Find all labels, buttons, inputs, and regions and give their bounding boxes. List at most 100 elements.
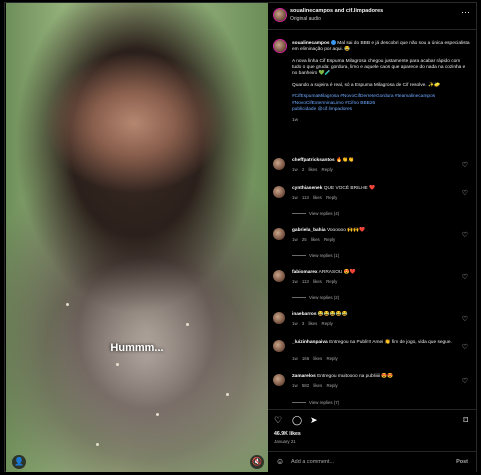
replies-line bbox=[292, 402, 306, 404]
replies-line bbox=[292, 297, 306, 299]
share-icon[interactable]: ➤ bbox=[310, 415, 318, 426]
add-comment-bar: ☺ Add a comment... Post bbox=[268, 451, 476, 473]
comment-input[interactable]: Add a comment... bbox=[291, 459, 334, 465]
tag-people-icon[interactable]: 👤 bbox=[12, 455, 26, 469]
comment-avatar[interactable] bbox=[273, 186, 285, 198]
like-icon[interactable]: ♡ bbox=[274, 415, 282, 426]
comment-time: 1w bbox=[292, 321, 298, 326]
light-glow bbox=[46, 253, 246, 463]
comment-username[interactable]: fabiomarex bbox=[292, 270, 318, 275]
comment-likes[interactable]: 113 likes bbox=[302, 279, 322, 284]
comment-like-icon[interactable]: ♡ bbox=[462, 377, 468, 385]
comment-avatar[interactable] bbox=[273, 312, 285, 324]
comment-time: 1w bbox=[292, 356, 298, 361]
view-replies[interactable]: View replies (2) bbox=[292, 295, 339, 300]
comment-time: 1w bbox=[292, 195, 298, 200]
comment-icon[interactable]: ◯ bbox=[292, 415, 302, 426]
mute-icon[interactable]: 🔇 bbox=[250, 455, 264, 469]
view-replies-label[interactable]: View replies (2) bbox=[309, 295, 339, 300]
comment-time: 1w bbox=[292, 167, 298, 172]
comment-meta: 1w 2 likes Reply bbox=[292, 167, 333, 172]
comment-likes[interactable]: 113 likes bbox=[302, 195, 322, 200]
comment-body: Entregou na Publi!!! Amei 👏 fim de jogo,… bbox=[329, 340, 452, 345]
caption-partner[interactable]: publicidade @cif.limpadores bbox=[292, 107, 352, 112]
likes-count[interactable]: 46.9K likes bbox=[274, 431, 301, 437]
comment-likes[interactable]: 2 likes bbox=[302, 167, 317, 172]
caption-hashtags[interactable]: #CifEspumaMilagrosa #NovoCifDerreteGordu… bbox=[292, 94, 435, 105]
view-replies[interactable]: View replies (1) bbox=[292, 253, 339, 258]
post-caption: soualinecampos Mal sai do BBB e já desco… bbox=[292, 40, 470, 130]
comment-username[interactable]: 2amarelos bbox=[292, 374, 316, 379]
comment-avatar[interactable] bbox=[273, 340, 285, 352]
reply-button[interactable]: Reply bbox=[324, 237, 335, 242]
comment-likes[interactable]: 582 likes bbox=[302, 383, 322, 388]
comment-text: inaebarros 😂😂😂😂😂 bbox=[292, 312, 452, 318]
reply-button[interactable]: Reply bbox=[326, 383, 337, 388]
video-subtitle: Hummm... bbox=[110, 342, 164, 354]
comment-like-icon[interactable]: ♡ bbox=[462, 231, 468, 239]
comment-username[interactable]: inaebarros bbox=[292, 312, 317, 317]
audio-label[interactable]: Original audio bbox=[290, 16, 321, 22]
comment-like-icon[interactable]: ♡ bbox=[462, 161, 468, 169]
video-player[interactable]: Hummm... 👤 🔇 bbox=[6, 3, 268, 472]
comment-like-icon[interactable]: ♡ bbox=[462, 315, 468, 323]
view-replies-label[interactable]: View replies (4) bbox=[309, 211, 339, 216]
post-date: January 21 bbox=[274, 439, 296, 444]
view-replies[interactable]: View replies (4) bbox=[292, 211, 339, 216]
comment-meta: 1w 166 likes Reply bbox=[292, 356, 338, 361]
reply-button[interactable]: Reply bbox=[326, 279, 337, 284]
reply-button[interactable]: Reply bbox=[322, 167, 333, 172]
emoji-icon[interactable]: ☺ bbox=[276, 457, 284, 466]
view-replies-label[interactable]: View replies (1) bbox=[309, 253, 339, 258]
verified-icon bbox=[330, 40, 336, 45]
comment-avatar[interactable] bbox=[273, 374, 285, 386]
comment-text: 2amarelos Entregou muitoooo na publiiiii… bbox=[292, 374, 452, 380]
comment-body: ARRASOU 😍❤️ bbox=[318, 270, 356, 275]
author-names[interactable]: soualinecampos and cif.limpadores bbox=[290, 8, 383, 14]
reply-button[interactable]: Reply bbox=[326, 195, 337, 200]
comment-body: Voooooo 🙌🙌❤️ bbox=[326, 228, 366, 233]
instagram-post-dialog: Hummm... 👤 🔇 soualinecampos and cif.limp… bbox=[0, 0, 481, 475]
comment-avatar[interactable] bbox=[273, 158, 285, 170]
sparkle bbox=[66, 303, 69, 306]
comment-username[interactable]: _luizinhanpaiva bbox=[292, 340, 328, 345]
caption-avatar[interactable] bbox=[274, 40, 286, 52]
comment-likes[interactable]: 25 likes bbox=[302, 237, 320, 242]
post-button[interactable]: Post bbox=[456, 459, 468, 465]
post-header: soualinecampos and cif.limpadores Origin… bbox=[268, 3, 476, 30]
sparkle bbox=[186, 323, 189, 326]
comment-time: 1w bbox=[292, 237, 298, 242]
comment-text: cheffpatricksantos 🔥👏👏 bbox=[292, 158, 452, 164]
comment-time: 1w bbox=[292, 279, 298, 284]
author-avatar[interactable] bbox=[274, 9, 286, 21]
view-replies-label[interactable]: View replies (7) bbox=[309, 400, 339, 405]
comment-text: fabiomarex ARRASOU 😍❤️ bbox=[292, 270, 452, 276]
comment-like-icon[interactable]: ♡ bbox=[462, 273, 468, 281]
comment-like-icon[interactable]: ♡ bbox=[462, 189, 468, 197]
caption-line-2: A nova linha Cif Espuma Milagrosa chegou… bbox=[292, 58, 466, 77]
comment-text: cynthiasenek QUE VOCÊ BRILHE ❤️ bbox=[292, 186, 452, 192]
save-icon[interactable]: ⌑ bbox=[463, 415, 468, 426]
comment-username[interactable]: cynthiasenek bbox=[292, 186, 322, 191]
comment-avatar[interactable] bbox=[273, 228, 285, 240]
comment-username[interactable]: gabriela_bahia bbox=[292, 228, 326, 233]
sparkle bbox=[156, 413, 159, 416]
reply-button[interactable]: Reply bbox=[326, 356, 337, 361]
caption-time: 1w bbox=[292, 118, 299, 124]
comment-meta: 1w 25 likes Reply bbox=[292, 237, 335, 242]
comment-username[interactable]: cheffpatricksantos bbox=[292, 158, 335, 163]
comments-scroll[interactable]: soualinecampos Mal sai do BBB e já desco… bbox=[268, 30, 476, 410]
replies-line bbox=[292, 255, 306, 257]
comment-meta: 1w 582 likes Reply bbox=[292, 383, 338, 388]
comment-like-icon[interactable]: ♡ bbox=[462, 343, 468, 351]
comment-body: 🔥👏👏 bbox=[336, 158, 354, 163]
reply-button[interactable]: Reply bbox=[322, 321, 333, 326]
post-actions: ♡ ◯ ➤ ⌑ 46.9K likes January 21 bbox=[268, 409, 476, 450]
replies-line bbox=[292, 213, 306, 215]
caption-username[interactable]: soualinecampos bbox=[292, 41, 330, 46]
more-options-icon[interactable]: ⋯ bbox=[461, 7, 470, 18]
view-replies[interactable]: View replies (7) bbox=[292, 400, 339, 405]
comment-avatar[interactable] bbox=[273, 270, 285, 282]
comment-likes[interactable]: 166 likes bbox=[302, 356, 322, 361]
comment-likes[interactable]: 3 likes bbox=[302, 321, 317, 326]
